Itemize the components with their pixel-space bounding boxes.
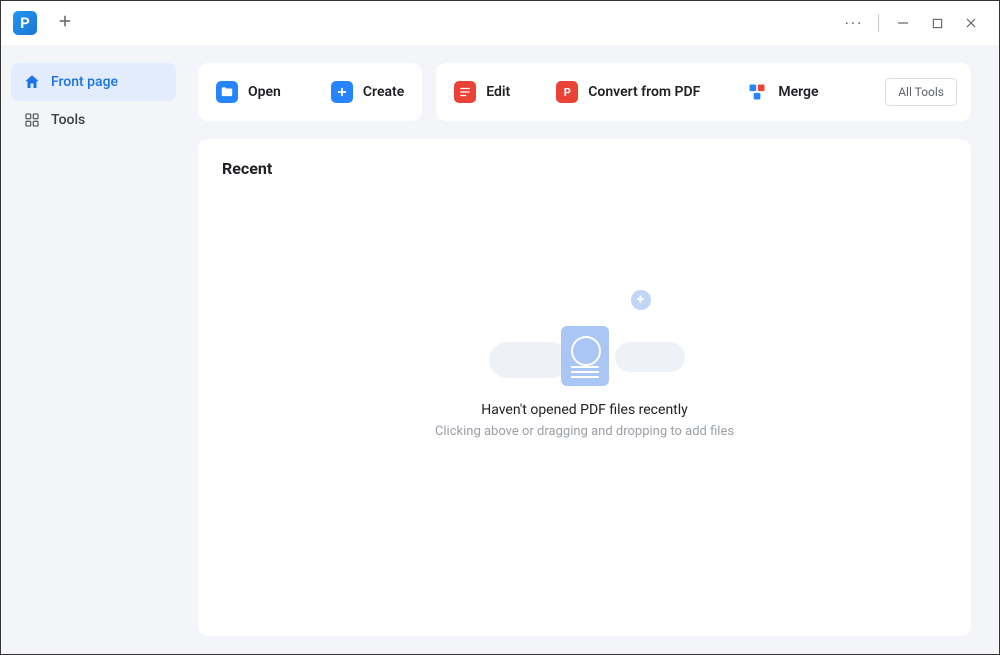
- folder-icon: [216, 81, 238, 103]
- empty-state[interactable]: + Haven't opened PDF files recently Clic…: [222, 178, 947, 616]
- titlebar-right: ···: [838, 7, 987, 39]
- maximize-button[interactable]: [921, 7, 953, 39]
- cloud-shape: [489, 342, 569, 378]
- sidebar-item-label: Front page: [51, 74, 118, 90]
- sidebar-item-label: Tools: [51, 112, 85, 128]
- grid-icon: [23, 111, 41, 129]
- minimize-icon: [897, 14, 909, 33]
- button-label: Edit: [486, 84, 510, 100]
- create-button[interactable]: Create: [327, 75, 408, 109]
- app-logo[interactable]: P: [13, 11, 37, 35]
- plus-square-icon: [331, 81, 353, 103]
- cloud-shape: [615, 342, 685, 372]
- convert-button[interactable]: P Convert from PDF: [552, 75, 704, 109]
- merge-button[interactable]: Merge: [742, 75, 822, 109]
- add-badge-icon: +: [631, 290, 651, 310]
- sidebar: Front page Tools: [1, 45, 186, 654]
- button-label: Merge: [778, 84, 818, 100]
- toolbar-card-primary: Open Create: [198, 63, 422, 121]
- recent-card: Recent + Haven't opened PDF files recent…: [198, 139, 971, 636]
- empty-subtitle: Clicking above or dragging and dropping …: [435, 424, 734, 439]
- titlebar-left: P: [13, 9, 79, 37]
- close-icon: [965, 14, 977, 33]
- app-logo-letter: P: [20, 14, 30, 32]
- main: Open Create Edit: [186, 45, 999, 654]
- toolbar: Open Create Edit: [198, 63, 971, 121]
- empty-illustration: +: [525, 296, 645, 386]
- button-label: Open: [248, 84, 281, 100]
- minimize-button[interactable]: [887, 7, 919, 39]
- more-icon: ···: [845, 14, 864, 33]
- empty-title: Haven't opened PDF files recently: [481, 402, 688, 418]
- button-label: All Tools: [898, 85, 944, 99]
- titlebar: P ···: [1, 1, 999, 45]
- close-button[interactable]: [955, 7, 987, 39]
- new-tab-button[interactable]: [51, 9, 79, 37]
- maximize-icon: [932, 14, 943, 33]
- sidebar-item-frontpage[interactable]: Front page: [11, 63, 176, 101]
- open-button[interactable]: Open: [212, 75, 285, 109]
- home-icon: [23, 73, 41, 91]
- button-label: Create: [363, 84, 404, 100]
- pdf-document-icon: [561, 326, 609, 386]
- merge-icon: [746, 81, 768, 103]
- separator: [878, 14, 879, 32]
- edit-button[interactable]: Edit: [450, 75, 514, 109]
- toolbar-secondary-left: Edit P Convert from PDF Merge: [450, 75, 822, 109]
- all-tools-button[interactable]: All Tools: [885, 78, 957, 106]
- edit-icon: [454, 81, 476, 103]
- body: Front page Tools Open: [1, 45, 999, 654]
- recent-heading: Recent: [222, 159, 947, 178]
- sidebar-item-tools[interactable]: Tools: [11, 101, 176, 139]
- document-p-icon: P: [556, 81, 578, 103]
- toolbar-card-secondary: Edit P Convert from PDF Merge: [436, 63, 971, 121]
- button-label: Convert from PDF: [588, 84, 700, 100]
- more-button[interactable]: ···: [838, 7, 870, 39]
- plus-icon: [56, 11, 74, 35]
